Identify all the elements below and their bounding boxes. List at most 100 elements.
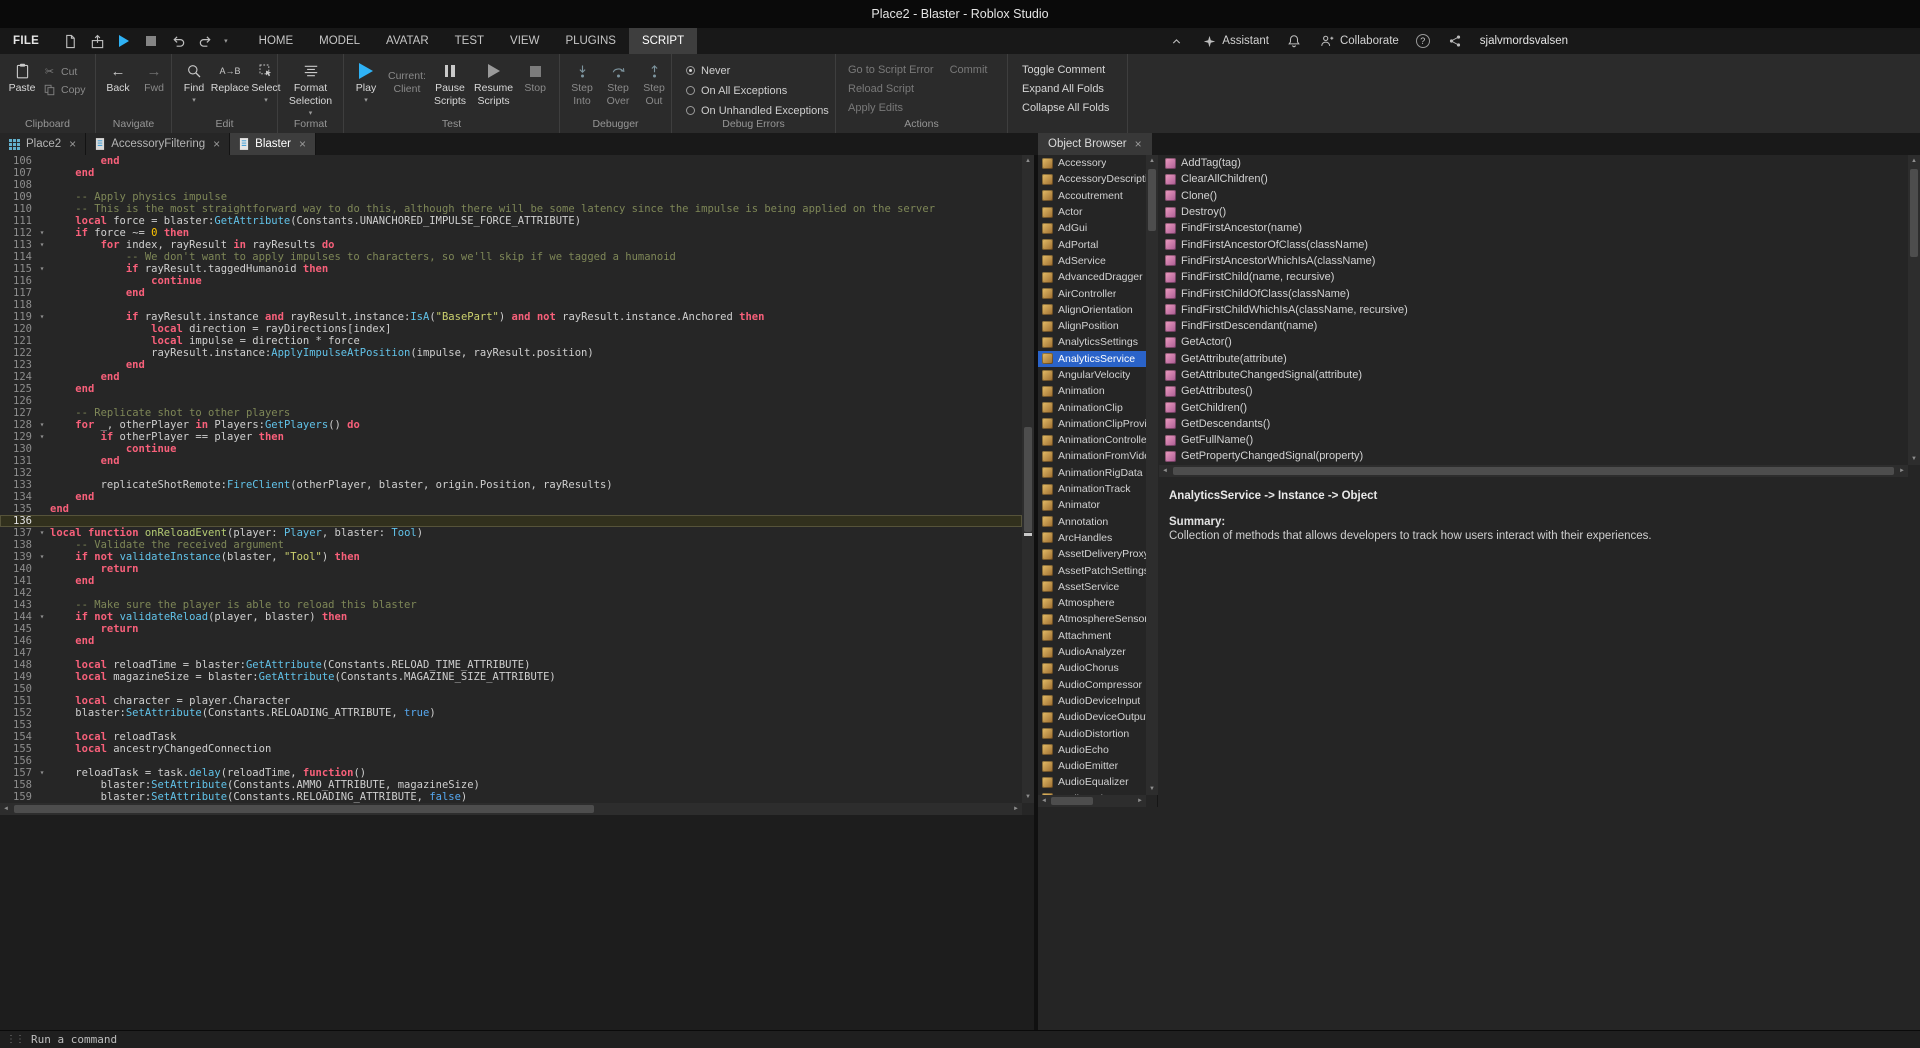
member-item-getattributechangedsignal[interactable]: GetAttributeChangedSignal(attribute) — [1159, 367, 1908, 383]
code-line-151[interactable]: 151 local character = player.Character — [0, 695, 1022, 707]
debug-errors-option-2[interactable]: On Unhandled Exceptions — [686, 102, 829, 119]
code-line-117[interactable]: 117 end — [0, 287, 1022, 299]
class-item-audiodistortion[interactable]: AudioDistortion — [1038, 725, 1146, 741]
scroll-up-icon[interactable]: ▲ — [1146, 155, 1158, 167]
class-item-alignposition[interactable]: AlignPosition — [1038, 318, 1146, 334]
class-item-analyticssettings[interactable]: AnalyticsSettings — [1038, 334, 1146, 350]
share-icon[interactable] — [1447, 33, 1463, 49]
code-line-121[interactable]: 121 local impulse = direction * force — [0, 335, 1022, 347]
redo-icon[interactable] — [197, 33, 213, 49]
class-item-accoutrement[interactable]: Accoutrement — [1038, 188, 1146, 204]
fold-arrow-icon[interactable]: ▾ — [34, 239, 50, 251]
class-list-horizontal-scrollbar[interactable]: ◄ ► — [1038, 795, 1146, 807]
class-item-angularvelocity[interactable]: AngularVelocity — [1038, 367, 1146, 383]
code-line-138[interactable]: 138 -- Validate the received argument — [0, 539, 1022, 551]
assistant-button[interactable]: Assistant — [1201, 33, 1269, 49]
class-item-animationrigdata[interactable]: AnimationRigData — [1038, 465, 1146, 481]
code-line-131[interactable]: 131 end — [0, 455, 1022, 467]
scrollbar-thumb[interactable] — [1173, 467, 1894, 475]
forward-button[interactable]: → Fwd — [136, 57, 172, 94]
scroll-up-icon[interactable]: ▲ — [1022, 155, 1034, 167]
class-list-vertical-scrollbar[interactable]: ▲ ▼ — [1146, 155, 1158, 795]
code-line-119[interactable]: 119▾ if rayResult.instance and rayResult… — [0, 311, 1022, 323]
class-item-assetpatchsettings[interactable]: AssetPatchSettings — [1038, 562, 1146, 578]
class-item-aircontroller[interactable]: AirController — [1038, 285, 1146, 301]
code-line-106[interactable]: 106 end — [0, 155, 1022, 167]
class-item-animationclip[interactable]: AnimationClip — [1038, 399, 1146, 415]
member-item-getfullname[interactable]: GetFullName() — [1159, 432, 1908, 448]
fold-arrow-icon[interactable]: ▾ — [34, 311, 50, 323]
editor-horizontal-scrollbar[interactable]: ◄ ► — [0, 803, 1022, 815]
find-button[interactable]: Find ▾ — [176, 57, 212, 104]
code-line-127[interactable]: 127 -- Replicate shot to other players — [0, 407, 1022, 419]
code-line-128[interactable]: 128▾ for _, otherPlayer in Players:GetPl… — [0, 419, 1022, 431]
code-line-139[interactable]: 139▾ if not validateInstance(blaster, "T… — [0, 551, 1022, 563]
stop-button[interactable]: Stop — [517, 57, 553, 94]
code-line-143[interactable]: 143 -- Make sure the player is able to r… — [0, 599, 1022, 611]
ribbon-tab-home[interactable]: HOME — [246, 28, 307, 54]
code-line-146[interactable]: 146 end — [0, 635, 1022, 647]
code-line-144[interactable]: 144▾ if not validateReload(player, blast… — [0, 611, 1022, 623]
class-item-audiodeviceoutput[interactable]: AudioDeviceOutput — [1038, 709, 1146, 725]
code-line-149[interactable]: 149 local magazineSize = blaster:GetAttr… — [0, 671, 1022, 683]
member-item-getpropertychangedsignal[interactable]: GetPropertyChangedSignal(property) — [1159, 448, 1908, 464]
scrollbar-thumb[interactable] — [1148, 169, 1156, 231]
code-line-132[interactable]: 132 — [0, 467, 1022, 479]
member-item-findfirstchildwhichisa[interactable]: FindFirstChildWhichIsA(className, recurs… — [1159, 302, 1908, 318]
scroll-right-icon[interactable]: ► — [1896, 465, 1908, 477]
tab-accessoryfiltering[interactable]: AccessoryFiltering × — [86, 133, 230, 155]
save-icon[interactable] — [62, 33, 78, 49]
fold-arrow-icon[interactable]: ▾ — [34, 431, 50, 443]
member-item-getchildren[interactable]: GetChildren() — [1159, 399, 1908, 415]
code-line-154[interactable]: 154 local reloadTask — [0, 731, 1022, 743]
scrollbar-thumb[interactable] — [1024, 427, 1032, 532]
button-expand-all-folds[interactable]: Expand All Folds — [1022, 83, 1109, 95]
command-input[interactable]: Run a command — [31, 1033, 117, 1046]
class-item-analyticsservice[interactable]: AnalyticsService — [1038, 351, 1146, 367]
code-line-134[interactable]: 134 end — [0, 491, 1022, 503]
close-icon[interactable]: × — [1135, 139, 1142, 149]
code-line-141[interactable]: 141 end — [0, 575, 1022, 587]
member-item-findfirstancestorofclass[interactable]: FindFirstAncestorOfClass(className) — [1159, 236, 1908, 252]
play-button[interactable]: Play ▾ — [348, 57, 384, 104]
class-item-audioemitter[interactable]: AudioEmitter — [1038, 758, 1146, 774]
fold-arrow-icon[interactable]: ▾ — [34, 767, 50, 779]
code-line-145[interactable]: 145 return — [0, 623, 1022, 635]
scroll-right-icon[interactable]: ► — [1134, 795, 1146, 807]
member-item-findfirstancestor[interactable]: FindFirstAncestor(name) — [1159, 220, 1908, 236]
code-line-122[interactable]: 122 rayResult.instance:ApplyImpulseAtPos… — [0, 347, 1022, 359]
scroll-left-icon[interactable]: ◄ — [0, 803, 12, 815]
class-item-adgui[interactable]: AdGui — [1038, 220, 1146, 236]
member-item-findfirstchild[interactable]: FindFirstChild(name, recursive) — [1159, 269, 1908, 285]
scroll-up-icon[interactable]: ▲ — [1908, 155, 1920, 167]
notifications-bell-icon[interactable] — [1286, 33, 1302, 49]
fold-arrow-icon[interactable]: ▾ — [34, 527, 50, 539]
redo-dropdown-caret[interactable]: ▾ — [224, 37, 228, 45]
code-line-136[interactable]: 136 — [0, 515, 1022, 527]
close-icon[interactable]: × — [213, 139, 220, 149]
code-line-147[interactable]: 147 — [0, 647, 1022, 659]
code-line-107[interactable]: 107 end — [0, 167, 1022, 179]
publish-icon[interactable] — [89, 33, 105, 49]
debug-errors-option-0[interactable]: Never — [686, 62, 829, 79]
fold-arrow-icon[interactable]: ▾ — [34, 419, 50, 431]
code-line-152[interactable]: 152 blaster:SetAttribute(Constants.RELOA… — [0, 707, 1022, 719]
code-line-112[interactable]: 112▾ if force ~= 0 then — [0, 227, 1022, 239]
format-selection-button[interactable]: Format Selection ▾ — [282, 57, 339, 119]
ribbon-tab-avatar[interactable]: AVATAR — [373, 28, 442, 54]
member-item-getattribute[interactable]: GetAttribute(attribute) — [1159, 351, 1908, 367]
code-line-125[interactable]: 125 end — [0, 383, 1022, 395]
class-item-archandles[interactable]: ArcHandles — [1038, 530, 1146, 546]
script-editor[interactable]: 106 end107 end108109 -- Apply physics im… — [0, 155, 1034, 815]
fold-arrow-icon[interactable]: ▾ — [34, 611, 50, 623]
button-toggle-comment[interactable]: Toggle Comment — [1022, 64, 1109, 76]
paste-button[interactable]: Paste — [4, 57, 40, 94]
step-into-button[interactable]: Step Into — [564, 57, 600, 107]
code-line-135[interactable]: 135end — [0, 503, 1022, 515]
tab-blaster[interactable]: Blaster × — [230, 133, 316, 155]
stop-icon[interactable] — [143, 33, 159, 49]
member-list-horizontal-scrollbar[interactable]: ◄ ► — [1159, 465, 1908, 477]
class-item-accessory[interactable]: Accessory — [1038, 155, 1146, 171]
scrollbar-thumb[interactable] — [1051, 797, 1093, 805]
scroll-down-icon[interactable]: ▼ — [1908, 453, 1920, 465]
